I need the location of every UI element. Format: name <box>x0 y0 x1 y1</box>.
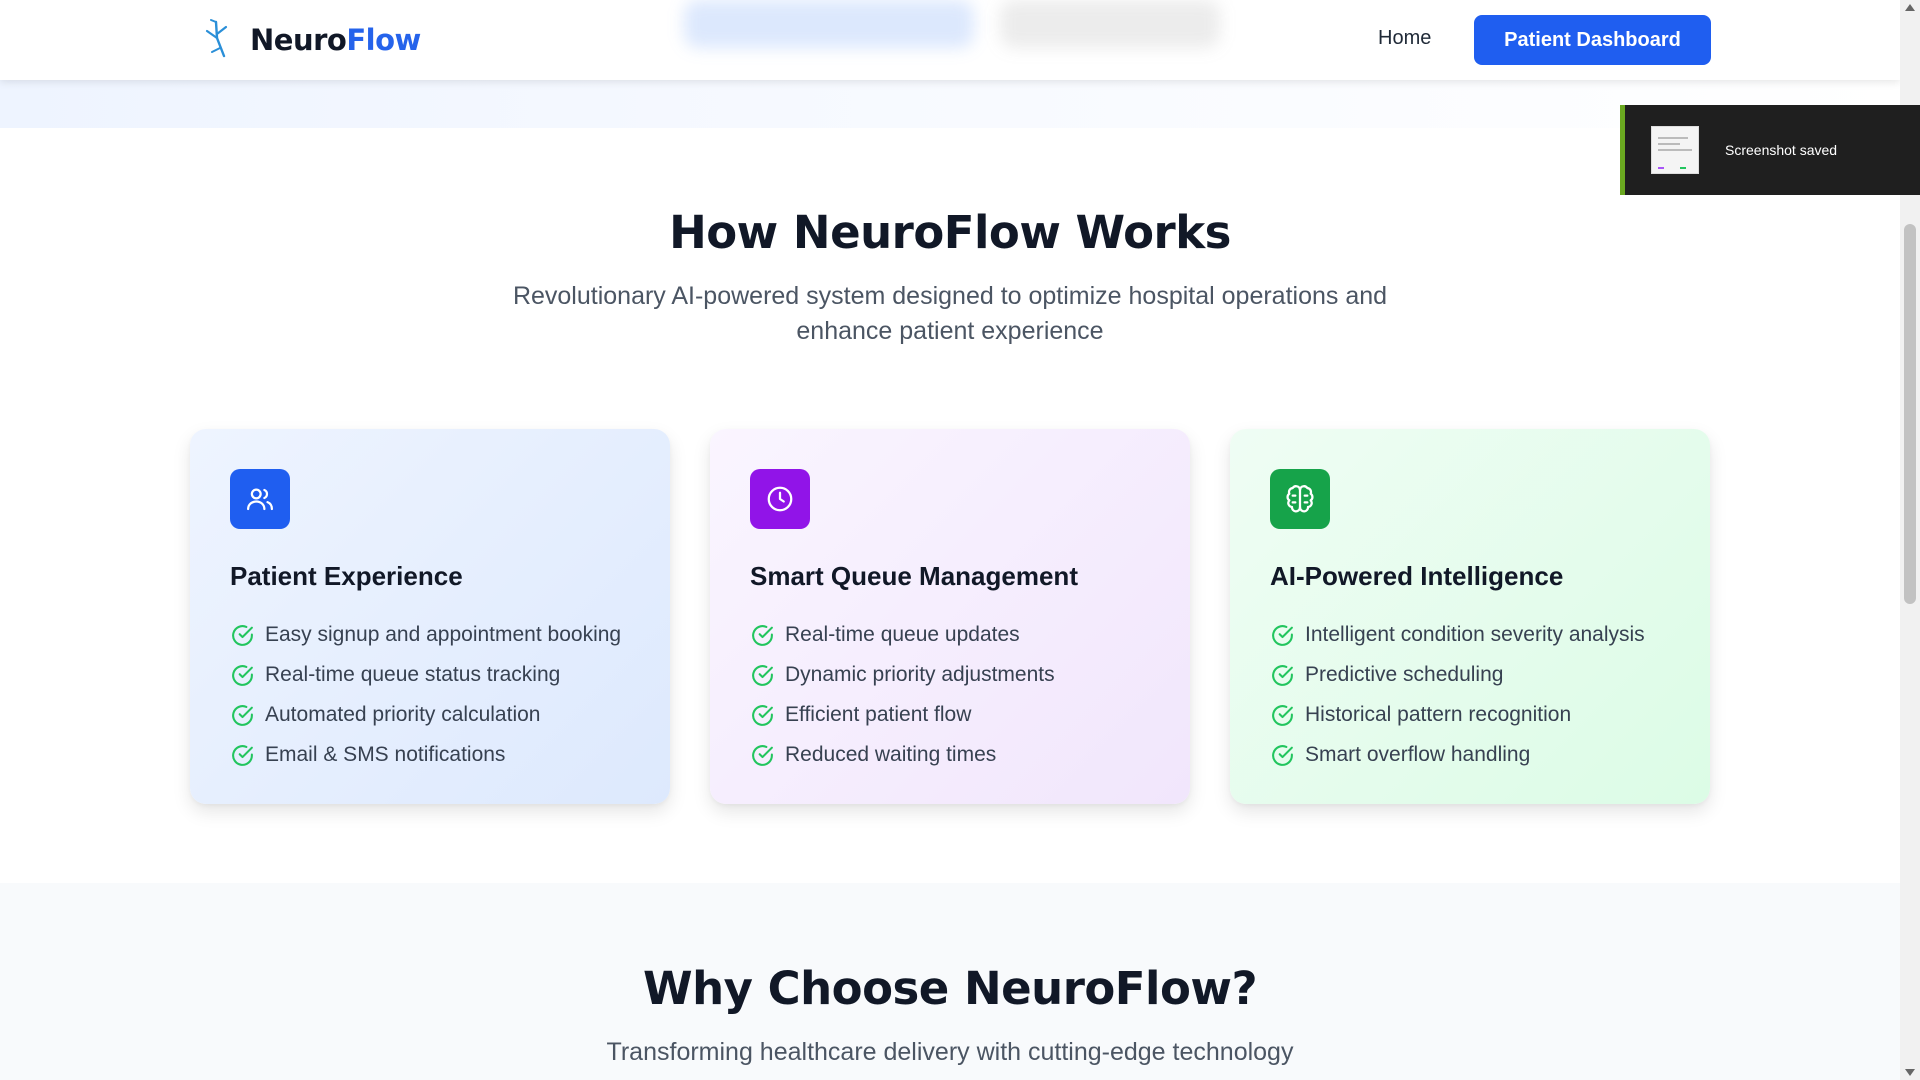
blurred-hero-button-secondary <box>1000 0 1220 48</box>
list-item: Predictive scheduling <box>1270 655 1645 695</box>
list-item-label: Automated priority calculation <box>265 703 541 726</box>
list-item-label: Email & SMS notifications <box>265 743 506 766</box>
scroll-down-arrow-icon[interactable] <box>1905 1069 1915 1076</box>
check-circle-icon <box>1272 744 1293 766</box>
feature-list: Real-time queue updates Dynamic priority… <box>750 615 1055 775</box>
check-circle-icon <box>752 624 773 646</box>
list-item: Intelligent condition severity analysis <box>1270 615 1645 655</box>
brand-name: NeuroFlow <box>250 23 421 57</box>
brain-icon <box>1270 469 1330 529</box>
blurred-hero-button <box>684 0 974 48</box>
check-circle-icon <box>1272 704 1293 726</box>
check-circle-icon <box>752 664 773 686</box>
check-circle-icon <box>752 744 773 766</box>
check-circle-icon <box>232 664 253 686</box>
clock-icon <box>750 469 810 529</box>
feature-card-smart-queue: Smart Queue Management Real-time queue u… <box>710 429 1190 804</box>
list-item-label: Real-time queue updates <box>785 623 1020 646</box>
toast-message: Screenshot saved <box>1725 142 1838 158</box>
feature-list: Easy signup and appointment booking Real… <box>230 615 621 775</box>
screenshot-toast[interactable]: Screenshot saved <box>1620 105 1920 195</box>
how-subtitle-line-2: enhance patient experience <box>796 317 1104 345</box>
check-circle-icon <box>1272 664 1293 686</box>
how-it-works-subtitle: Revolutionary AI-powered system designed… <box>0 279 1900 349</box>
why-choose-subtitle: Transforming healthcare delivery with cu… <box>606 1038 1294 1066</box>
users-icon <box>230 469 290 529</box>
list-item-label: Predictive scheduling <box>1305 663 1504 686</box>
brand-logo-link[interactable]: NeuroFlow <box>196 18 421 62</box>
list-item: Automated priority calculation <box>230 695 621 735</box>
scroll-up-arrow-icon[interactable] <box>1905 4 1915 11</box>
list-item-label: Real-time queue status tracking <box>265 663 561 686</box>
list-item-label: Efficient patient flow <box>785 703 972 726</box>
check-circle-icon <box>232 624 253 646</box>
list-item: Easy signup and appointment booking <box>230 615 621 655</box>
list-item-label: Smart overflow handling <box>1305 743 1531 766</box>
list-item: Real-time queue updates <box>750 615 1055 655</box>
feature-card-patient-experience: Patient Experience Easy signup and appoi… <box>190 429 670 804</box>
list-item-label: Historical pattern recognition <box>1305 703 1572 726</box>
check-circle-icon <box>1272 624 1293 646</box>
top-navbar: NeuroFlow Home Patient Dashboard <box>0 0 1900 80</box>
list-item-label: Reduced waiting times <box>785 743 997 766</box>
how-subtitle-line-1: Revolutionary AI-powered system designed… <box>512 282 1388 310</box>
brand-name-neuro: Neuro <box>250 23 347 57</box>
hero-section-edge <box>0 80 1900 128</box>
nav-home-link[interactable]: Home <box>1378 27 1431 50</box>
list-item-label: Dynamic priority adjustments <box>785 663 1055 686</box>
neuron-logo-icon <box>205 19 228 58</box>
feature-card-ai-intelligence: AI-Powered Intelligence Intelligent cond… <box>1230 429 1710 804</box>
check-circle-icon <box>232 704 253 726</box>
check-circle-icon <box>752 704 773 726</box>
scroll-thumb[interactable] <box>1904 224 1916 604</box>
list-item: Dynamic priority adjustments <box>750 655 1055 695</box>
why-choose-heading: Why Choose NeuroFlow? <box>642 962 1258 1015</box>
card-title: Smart Queue Management <box>750 561 1078 591</box>
feature-list: Intelligent condition severity analysis … <box>1270 615 1645 775</box>
list-item: Historical pattern recognition <box>1270 695 1645 735</box>
list-item: Smart overflow handling <box>1270 735 1645 775</box>
list-item-label: Easy signup and appointment booking <box>265 623 622 646</box>
how-it-works-heading: How NeuroFlow Works <box>669 206 1231 259</box>
patient-dashboard-button[interactable]: Patient Dashboard <box>1474 15 1711 65</box>
list-item: Reduced waiting times <box>750 735 1055 775</box>
list-item: Efficient patient flow <box>750 695 1055 735</box>
list-item-label: Intelligent condition severity analysis <box>1305 623 1645 646</box>
list-item: Email & SMS notifications <box>230 735 621 775</box>
check-circle-icon <box>232 744 253 766</box>
brand-name-flow: Flow <box>346 23 421 57</box>
list-item: Real-time queue status tracking <box>230 655 621 695</box>
card-title: Patient Experience <box>230 561 463 591</box>
screenshot-thumbnail <box>1651 126 1699 174</box>
card-title: AI-Powered Intelligence <box>1270 561 1564 591</box>
